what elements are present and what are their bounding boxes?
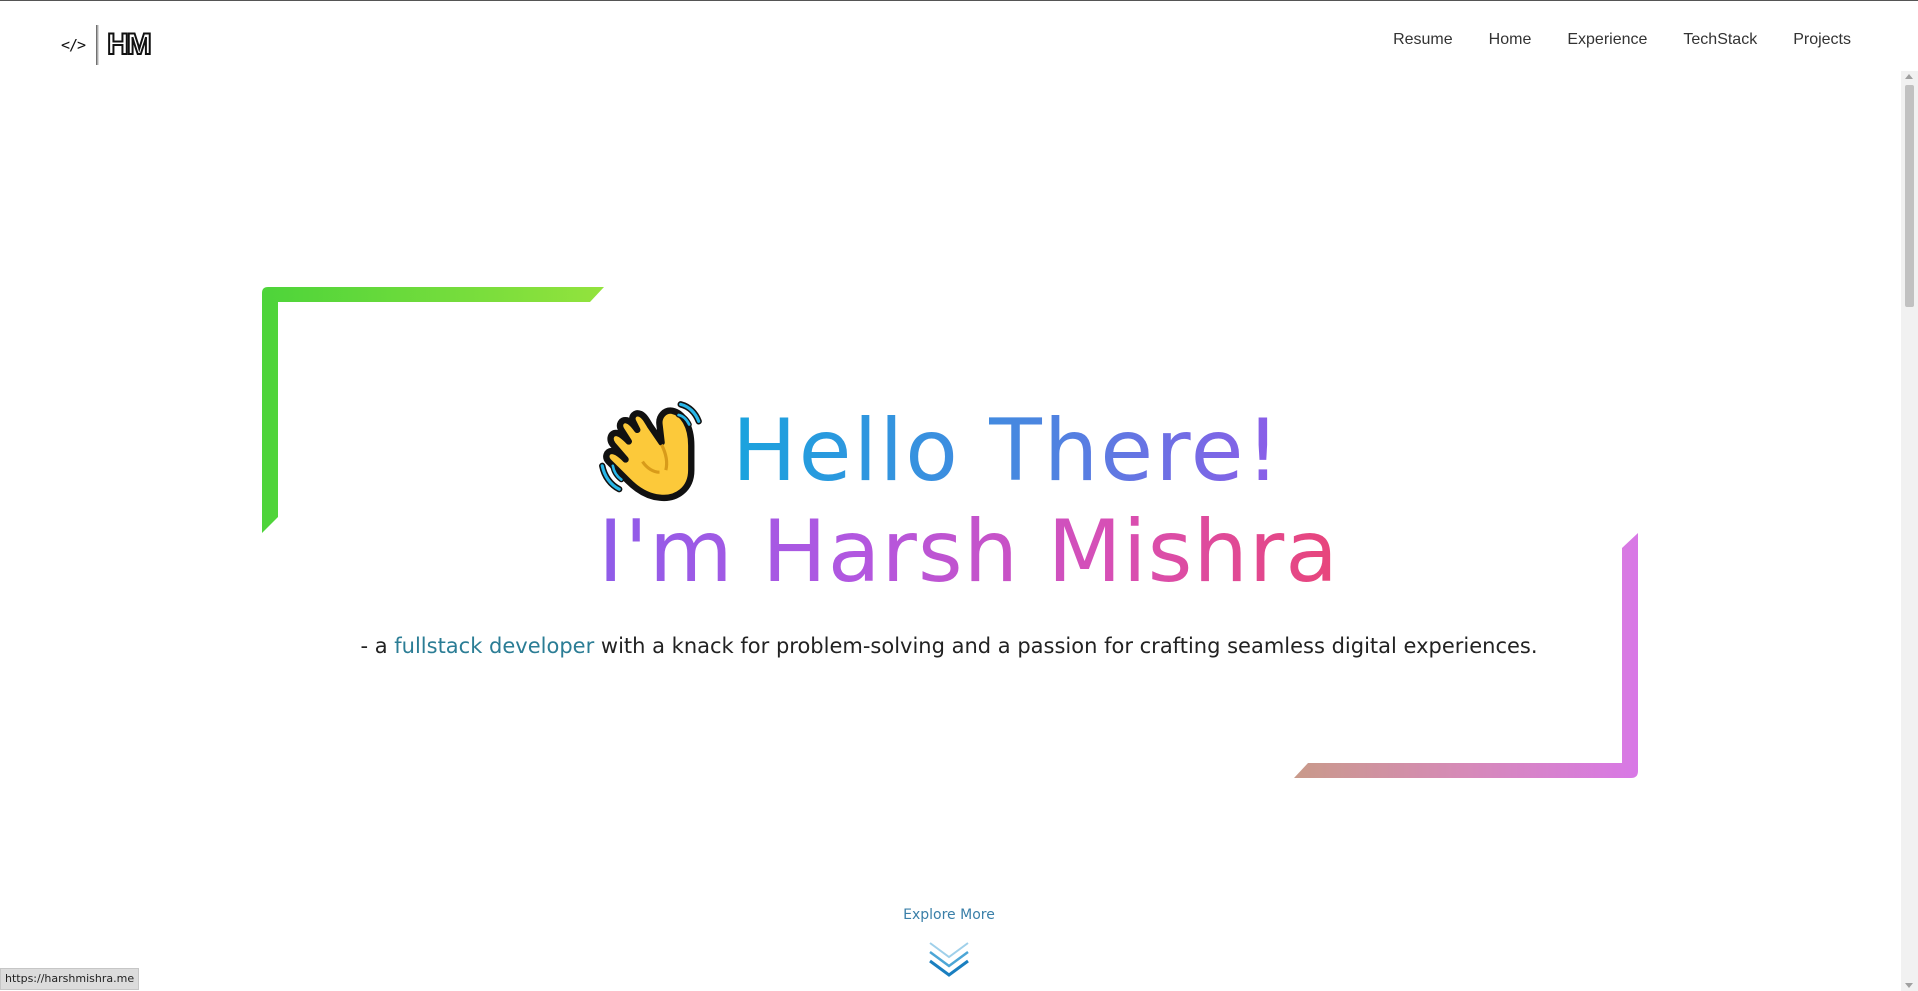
double-chevron-down-icon[interactable] (926, 939, 972, 979)
tagline: - a fullstack developer with a knack for… (0, 634, 1898, 658)
scroll-thumb[interactable] (1905, 85, 1914, 307)
tagline-suffix: with a knack for problem-solving and a p… (594, 634, 1538, 658)
scroll-up-icon[interactable] (1905, 74, 1913, 79)
tagline-highlight: fullstack developer (394, 634, 595, 658)
status-url: https://harshmishra.me (0, 968, 140, 990)
explore-more-link[interactable]: Explore More (0, 907, 1898, 923)
greeting-row: Hello There! (0, 398, 1898, 504)
page-scrollbar[interactable] (1901, 71, 1918, 991)
waving-hand-icon (598, 401, 702, 502)
name-heading: I'm Harsh Mishra (598, 502, 1339, 602)
greeting-heading: Hello There! (731, 401, 1283, 501)
scroll-down-icon[interactable] (1905, 983, 1913, 988)
tagline-prefix: - a (360, 634, 395, 658)
